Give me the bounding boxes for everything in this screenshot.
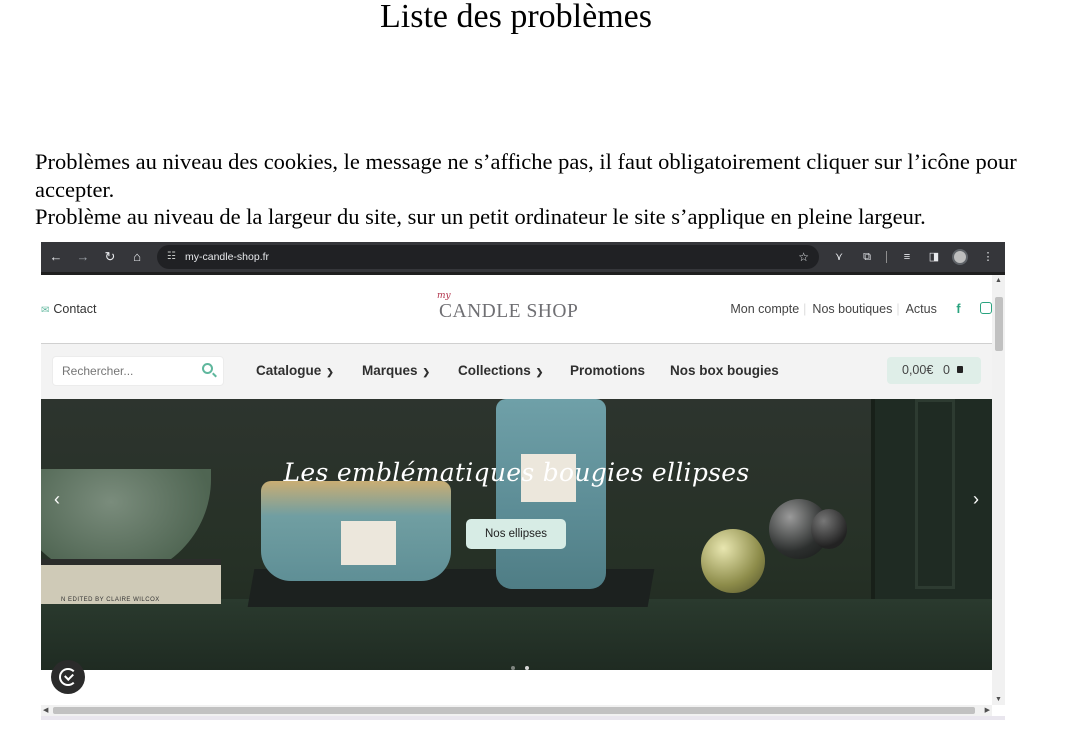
scroll-left-icon[interactable]: ◀ (43, 705, 48, 716)
menu-catalogue[interactable]: Catalogue ❯ (256, 363, 334, 378)
stores-link[interactable]: Nos boutiques (812, 302, 892, 316)
back-arrow-icon[interactable]: ← (47, 248, 65, 266)
chevron-down-icon: ❯ (326, 367, 334, 377)
menu-label: Collections (458, 363, 531, 378)
bookmark-star-icon[interactable]: ☆ (798, 245, 809, 269)
contact-label: Contact (53, 302, 97, 316)
chevron-down-icon: ❯ (535, 367, 544, 377)
reload-icon[interactable]: ↻ (101, 248, 119, 266)
main-navbar: Catalogue ❯ Marques ❯ Collections ❯ Promoti… (41, 344, 992, 399)
site-logo[interactable]: my CANDLE SHOP (437, 291, 597, 323)
news-link[interactable]: Actus (906, 302, 937, 316)
menu-collections[interactable]: Collections ❯ (458, 363, 543, 378)
horizontal-scrollbar[interactable]: ◀ ▶ (41, 705, 992, 716)
instagram-icon[interactable] (980, 302, 992, 314)
scroll-up-icon[interactable]: ▲ (995, 277, 1002, 284)
menu-promotions[interactable]: Promotions (570, 363, 645, 378)
media-icon[interactable]: ≡ (898, 248, 916, 266)
logo-name: CANDLE SHOP (439, 301, 579, 322)
website-screenshot: ← → ↻ ⌂ ☷ my-candle-shop.fr ☆ ⋎ ⧉ ≡ ◨ ⋮ … (41, 242, 1005, 720)
more-menu-icon[interactable]: ⋮ (979, 248, 997, 266)
shopping-bag-icon (957, 366, 963, 373)
forward-arrow-icon[interactable]: → (74, 248, 92, 266)
vertical-scrollbar[interactable]: ▲ ▼ (992, 275, 1005, 705)
mail-icon: ✉ (41, 305, 50, 316)
cart-button[interactable]: 0,00€ 0 (887, 357, 981, 384)
facebook-icon[interactable]: f (956, 302, 960, 316)
scroll-right-icon[interactable]: ▶ (985, 705, 990, 716)
slider-dot-active[interactable] (525, 666, 529, 670)
cart-price: 0,00€ (902, 363, 934, 377)
profile-avatar-icon[interactable] (952, 249, 968, 265)
search-box (52, 356, 224, 386)
link-divider: | (803, 302, 807, 316)
scrollbar-thumb[interactable] (995, 297, 1003, 351)
account-link[interactable]: Mon compte (730, 302, 799, 316)
cabinet-door (915, 399, 955, 589)
candle-shop-page: ✉ Contact my CANDLE SHOP Mon compte | Nos b… (41, 275, 992, 705)
hero-slider: N EDITED BY CLAIRE WILCOX Les emblématiq… (41, 399, 992, 670)
hero-ornament (811, 509, 847, 549)
menu-marques[interactable]: Marques ❯ (362, 363, 430, 378)
search-input[interactable] (53, 357, 193, 385)
menu-label: Nos box bougies (670, 363, 779, 378)
menu-label: Catalogue (256, 363, 322, 378)
hero-jar-candle (496, 399, 606, 589)
page-title: Liste des problèmes (380, 0, 652, 35)
problem-cookies-text: Problèmes au niveau des cookies, le mess… (35, 149, 1017, 202)
home-icon[interactable]: ⌂ (128, 248, 146, 266)
scroll-down-icon[interactable]: ▼ (995, 696, 1002, 703)
hero-ellipse-candle (261, 481, 451, 581)
hero-ornament (701, 529, 765, 593)
extension-icon[interactable]: ⋎ (830, 248, 848, 266)
browser-toolbar: ← → ↻ ⌂ ☷ my-candle-shop.fr ☆ ⋎ ⧉ ≡ ◨ ⋮ (41, 242, 1005, 272)
logo-script: my (437, 291, 451, 301)
toolbar-divider (886, 251, 887, 263)
url-text: my-candle-shop.fr (185, 251, 270, 263)
chevron-down-icon: ❯ (422, 367, 431, 377)
puzzle-icon[interactable]: ⧉ (858, 248, 876, 266)
problem-width-text: Problème au niveau de la largeur du site… (35, 204, 926, 229)
slider-dots (506, 657, 534, 670)
cart-count: 0 (943, 363, 950, 377)
book-cover-text: N EDITED BY CLAIRE WILCOX (61, 597, 160, 603)
search-icon[interactable] (202, 363, 213, 374)
hero-title: Les emblématiques bougies ellipses (283, 458, 750, 487)
candle-label (341, 521, 396, 565)
cookie-consent-button[interactable] (51, 660, 85, 694)
menu-label: Marques (362, 363, 418, 378)
slider-next-icon[interactable]: › (966, 489, 986, 509)
menu-label: Promotions (570, 363, 646, 378)
taskbar-edge (41, 716, 1005, 720)
menu-box-bougies[interactable]: Nos box bougies (670, 363, 779, 378)
contact-link[interactable]: ✉ Contact (41, 302, 96, 316)
link-divider: | (896, 302, 900, 316)
address-bar[interactable]: ☷ my-candle-shop.fr ☆ (157, 245, 819, 269)
top-links: Mon compte | Nos boutiques | Actus f (724, 302, 992, 316)
hero-cta-button[interactable]: Nos ellipses (466, 519, 566, 549)
scrollbar-thumb[interactable] (53, 707, 975, 714)
side-panel-icon[interactable]: ◨ (925, 248, 943, 266)
slider-prev-icon[interactable]: ‹ (47, 489, 67, 509)
slider-dot[interactable] (511, 666, 515, 670)
site-info-icon[interactable]: ☷ (167, 249, 176, 265)
